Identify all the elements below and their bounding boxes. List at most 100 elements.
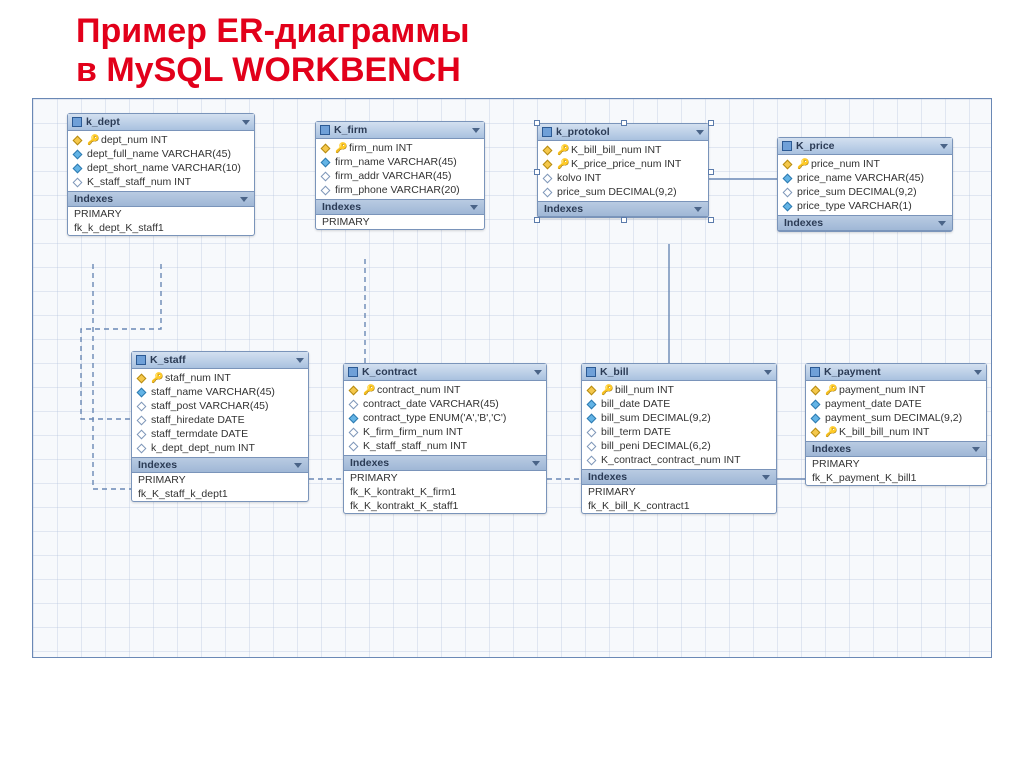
table-header[interactable]: K_staff (132, 352, 308, 369)
column-row[interactable]: K_staff_staff_num INT (68, 175, 254, 189)
table-header[interactable]: k_protokol (538, 124, 708, 141)
collapse-icon[interactable] (972, 447, 980, 452)
indexes-header[interactable]: Indexes (582, 469, 776, 485)
table-header[interactable]: K_contract (344, 364, 546, 381)
table-header[interactable]: K_firm (316, 122, 484, 139)
column-row[interactable]: K_contract_contract_num INT (582, 453, 776, 467)
er-canvas[interactable]: k_dept 🔑dept_num INTdept_full_name VARCHA… (32, 98, 992, 658)
column-row[interactable]: bill_date DATE (582, 397, 776, 411)
column-row[interactable]: payment_date DATE (806, 397, 986, 411)
column-row[interactable]: contract_date VARCHAR(45) (344, 397, 546, 411)
indexes-header[interactable]: Indexes (316, 199, 484, 215)
column-row[interactable]: contract_type ENUM('A','B','C') (344, 411, 546, 425)
column-row[interactable]: bill_sum DECIMAL(9,2) (582, 411, 776, 425)
table-header[interactable]: K_bill (582, 364, 776, 381)
column-row[interactable]: 🔑bill_num INT (582, 383, 776, 397)
table-k_staff[interactable]: K_staff 🔑staff_num INTstaff_name VARCHAR(… (131, 351, 309, 502)
column-row[interactable]: staff_name VARCHAR(45) (132, 385, 308, 399)
table-header[interactable]: K_price (778, 138, 952, 155)
index-row[interactable]: PRIMARY (132, 473, 308, 487)
collapse-icon[interactable] (762, 475, 770, 480)
column-row[interactable]: price_sum DECIMAL(9,2) (538, 185, 708, 199)
column-row[interactable]: K_staff_staff_num INT (344, 439, 546, 453)
table-header[interactable]: K_payment (806, 364, 986, 381)
table-k_contract[interactable]: K_contract 🔑contract_num INTcontract_date… (343, 363, 547, 514)
collapse-icon[interactable] (240, 197, 248, 202)
column-row[interactable]: 🔑contract_num INT (344, 383, 546, 397)
column-row[interactable]: staff_post VARCHAR(45) (132, 399, 308, 413)
column-row[interactable]: bill_peni DECIMAL(6,2) (582, 439, 776, 453)
selection-handle[interactable] (534, 120, 540, 126)
column-row[interactable]: 🔑K_bill_bill_num INT (538, 143, 708, 157)
collapse-icon[interactable] (938, 221, 946, 226)
column-row[interactable]: dept_short_name VARCHAR(10) (68, 161, 254, 175)
column-row[interactable]: 🔑K_bill_bill_num INT (806, 425, 986, 439)
selection-handle[interactable] (534, 169, 540, 175)
collapse-icon[interactable] (470, 205, 478, 210)
column-row[interactable]: K_firm_firm_num INT (344, 425, 546, 439)
column-row[interactable]: price_sum DECIMAL(9,2) (778, 185, 952, 199)
selection-handle[interactable] (534, 217, 540, 223)
collapse-icon[interactable] (940, 144, 948, 149)
collapse-icon[interactable] (294, 463, 302, 468)
collapse-icon[interactable] (974, 370, 982, 375)
column-row[interactable]: firm_addr VARCHAR(45) (316, 169, 484, 183)
index-row[interactable]: fk_K_kontrakt_K_firm1 (344, 485, 546, 499)
column-row[interactable]: price_name VARCHAR(45) (778, 171, 952, 185)
column-row[interactable]: staff_termdate DATE (132, 427, 308, 441)
collapse-icon[interactable] (534, 370, 542, 375)
collapse-icon[interactable] (532, 461, 540, 466)
index-row[interactable]: fk_k_dept_K_staff1 (68, 221, 254, 235)
table-k_bill[interactable]: K_bill 🔑bill_num INTbill_date DATEbill_su… (581, 363, 777, 514)
index-row[interactable]: PRIMARY (316, 215, 484, 229)
column-row[interactable]: price_type VARCHAR(1) (778, 199, 952, 213)
collapse-icon[interactable] (694, 207, 702, 212)
column-row[interactable]: staff_hiredate DATE (132, 413, 308, 427)
selection-handle[interactable] (621, 217, 627, 223)
indexes-header[interactable]: Indexes (344, 455, 546, 471)
column-row[interactable]: 🔑dept_num INT (68, 133, 254, 147)
column-row[interactable]: 🔑payment_num INT (806, 383, 986, 397)
column-row[interactable]: payment_sum DECIMAL(9,2) (806, 411, 986, 425)
collapse-icon[interactable] (296, 358, 304, 363)
column-row[interactable]: dept_full_name VARCHAR(45) (68, 147, 254, 161)
table-icon (782, 141, 792, 151)
indexes-header[interactable]: Indexes (538, 201, 708, 217)
pk-icon (73, 135, 83, 145)
column-row[interactable]: 🔑staff_num INT (132, 371, 308, 385)
collapse-icon[interactable] (242, 120, 250, 125)
table-k_firm[interactable]: K_firm 🔑firm_num INTfirm_name VARCHAR(45)… (315, 121, 485, 230)
index-row[interactable]: PRIMARY (344, 471, 546, 485)
table-k_protokol[interactable]: k_protokol 🔑K_bill_bill_num INT🔑K_price_p… (537, 123, 709, 218)
column-row[interactable]: firm_phone VARCHAR(20) (316, 183, 484, 197)
table-k_payment[interactable]: K_payment 🔑payment_num INTpayment_date DA… (805, 363, 987, 486)
selection-handle[interactable] (708, 120, 714, 126)
index-row[interactable]: fk_K_staff_k_dept1 (132, 487, 308, 501)
indexes-header[interactable]: Indexes (68, 191, 254, 207)
index-row[interactable]: fk_K_bill_K_contract1 (582, 499, 776, 513)
indexes-header[interactable]: Indexes (132, 457, 308, 473)
column-row[interactable]: kolvo INT (538, 171, 708, 185)
table-k_dept[interactable]: k_dept 🔑dept_num INTdept_full_name VARCHA… (67, 113, 255, 236)
indexes-header[interactable]: Indexes (806, 441, 986, 457)
selection-handle[interactable] (621, 120, 627, 126)
collapse-icon[interactable] (696, 130, 704, 135)
indexes-header[interactable]: Indexes (778, 215, 952, 231)
table-header[interactable]: k_dept (68, 114, 254, 131)
index-row[interactable]: PRIMARY (68, 207, 254, 221)
table-k_price[interactable]: K_price 🔑price_num INTprice_name VARCHAR(… (777, 137, 953, 232)
column-row[interactable]: bill_term DATE (582, 425, 776, 439)
index-row[interactable]: PRIMARY (582, 485, 776, 499)
column-row[interactable]: k_dept_dept_num INT (132, 441, 308, 455)
selection-handle[interactable] (708, 217, 714, 223)
column-row[interactable]: 🔑K_price_price_num INT (538, 157, 708, 171)
index-row[interactable]: fk_K_payment_K_bill1 (806, 471, 986, 485)
index-row[interactable]: PRIMARY (806, 457, 986, 471)
selection-handle[interactable] (708, 169, 714, 175)
collapse-icon[interactable] (764, 370, 772, 375)
index-row[interactable]: fk_K_kontrakt_K_staff1 (344, 499, 546, 513)
column-row[interactable]: firm_name VARCHAR(45) (316, 155, 484, 169)
column-row[interactable]: 🔑firm_num INT (316, 141, 484, 155)
collapse-icon[interactable] (472, 128, 480, 133)
column-row[interactable]: 🔑price_num INT (778, 157, 952, 171)
